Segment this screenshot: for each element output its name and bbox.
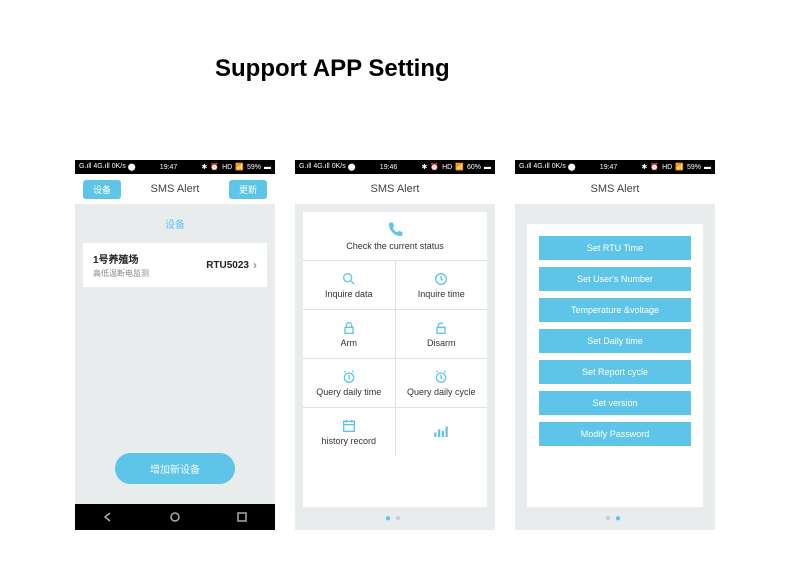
- notif-icon: ⬤: [348, 163, 356, 171]
- inquire-data-label: Inquire data: [325, 289, 373, 299]
- network-speed: 0K/s: [552, 163, 566, 171]
- arm-cell[interactable]: Arm: [303, 310, 396, 358]
- alarm-icon: ⏰: [650, 163, 659, 171]
- wifi-icon: 📶: [675, 163, 684, 171]
- device-card[interactable]: 1号养殖场 高低温断电监测 RTU5023 ›: [83, 243, 267, 287]
- signal-icon: G.ıll 4G.ıll: [79, 163, 110, 171]
- alarm-clock-icon: [341, 369, 357, 385]
- inquire-time-cell[interactable]: Inquire time: [396, 261, 488, 309]
- alarm-icon: ⏰: [430, 163, 439, 171]
- clock-icon: [433, 271, 449, 287]
- alarm-clock-icon: [433, 369, 449, 385]
- refresh-button[interactable]: 更新: [229, 180, 267, 199]
- signal-icon: G.ıll 4G.ıll: [299, 163, 330, 171]
- arm-label: Arm: [341, 338, 358, 348]
- status-time: 19:46: [380, 164, 398, 171]
- back-arrow-icon[interactable]: ‹: [87, 183, 91, 195]
- search-icon: [341, 271, 357, 287]
- query-daily-cycle-label: Query daily cycle: [407, 387, 476, 397]
- wifi-icon: 📶: [455, 163, 464, 171]
- page-indicator: ●●: [515, 507, 715, 530]
- lock-icon: [341, 320, 357, 336]
- modify-password-button[interactable]: Modify Password: [539, 422, 691, 446]
- app-title: SMS Alert: [371, 183, 420, 195]
- bluetooth-icon: ✱: [422, 163, 428, 171]
- inquire-data-cell[interactable]: Inquire data: [303, 261, 396, 309]
- android-navbar: [75, 504, 275, 530]
- battery-icon: ▬: [484, 164, 491, 171]
- device-name: 1号养殖场: [93, 251, 149, 266]
- notif-icon: ⬤: [568, 163, 576, 171]
- history-record-label: history record: [321, 436, 376, 446]
- bluetooth-icon: ✱: [202, 163, 208, 171]
- settings-panel: Set RTU Time Set User's Number Temperatu…: [527, 224, 703, 507]
- status-time: 19:47: [600, 164, 618, 171]
- unlock-icon: [433, 320, 449, 336]
- set-user-number-button[interactable]: Set User's Number: [539, 267, 691, 291]
- recents-icon[interactable]: [235, 510, 249, 524]
- set-daily-time-button[interactable]: Set Daily time: [539, 329, 691, 353]
- signal-icon: G.ıll 4G.ıll: [519, 163, 550, 171]
- hd-icon: HD: [222, 164, 232, 171]
- phone-screen-3: G.ıll 4G.ıll 0K/s ⬤ 19:47 ✱ ⏰ HD 📶 59% ▬…: [515, 160, 715, 530]
- home-icon[interactable]: [168, 510, 182, 524]
- disarm-cell[interactable]: Disarm: [396, 310, 488, 358]
- app-bar: ‹ SMS Alert: [295, 174, 495, 204]
- network-speed: 0K/s: [332, 163, 346, 171]
- battery-icon: ▬: [704, 164, 711, 171]
- app-bar: 设备 SMS Alert 更新: [75, 174, 275, 204]
- page-indicator: ●●: [295, 507, 495, 530]
- app-title: SMS Alert: [591, 183, 640, 195]
- query-daily-time-label: Query daily time: [316, 387, 381, 397]
- disarm-label: Disarm: [427, 338, 456, 348]
- app-bar: ‹ SMS Alert: [515, 174, 715, 204]
- history-record-cell[interactable]: history record: [303, 408, 396, 456]
- battery-text: 60%: [467, 164, 481, 171]
- phone-screen-2: G.ıll 4G.ıll 0K/s ⬤ 19:46 ✱ ⏰ HD 📶 60% ▬…: [295, 160, 495, 530]
- bluetooth-icon: ✱: [642, 163, 648, 171]
- devices-header: 设备: [75, 204, 275, 239]
- status-time: 19:47: [160, 164, 178, 171]
- set-rtu-time-button[interactable]: Set RTU Time: [539, 236, 691, 260]
- query-daily-cycle-cell[interactable]: Query daily cycle: [396, 359, 488, 407]
- check-status-cell[interactable]: Check the current status: [303, 212, 487, 260]
- alarm-icon: ⏰: [210, 163, 219, 171]
- battery-icon: ▬: [264, 164, 271, 171]
- device-subtitle: 高低温断电监测: [93, 268, 149, 279]
- action-grid: Check the current status Inquire data In…: [303, 212, 487, 507]
- phone-icon: [386, 221, 404, 239]
- temperature-voltage-button[interactable]: Temperature &voltage: [539, 298, 691, 322]
- hd-icon: HD: [442, 164, 452, 171]
- phone-screen-1: G.ıll 4G.ıll 0K/s ⬤ 19:47 ✱ ⏰ HD 📶 59% ▬…: [75, 160, 275, 530]
- check-status-label: Check the current status: [346, 241, 444, 251]
- device-model: RTU5023: [206, 260, 249, 271]
- chevron-right-icon: ›: [253, 258, 257, 272]
- bar-chart-icon: [432, 422, 450, 440]
- calendar-icon: [341, 418, 357, 434]
- hd-icon: HD: [662, 164, 672, 171]
- statusbar: G.ıll 4G.ıll 0K/s ⬤ 19:47 ✱ ⏰ HD 📶 59% ▬: [75, 160, 275, 174]
- app-title: SMS Alert: [151, 183, 200, 195]
- chart-cell[interactable]: [396, 408, 488, 456]
- battery-text: 59%: [687, 164, 701, 171]
- inquire-time-label: Inquire time: [418, 289, 465, 299]
- statusbar: G.ıll 4G.ıll 0K/s ⬤ 19:47 ✱ ⏰ HD 📶 59% ▬: [515, 160, 715, 174]
- back-icon[interactable]: [101, 510, 115, 524]
- set-version-button[interactable]: Set version: [539, 391, 691, 415]
- statusbar: G.ıll 4G.ıll 0K/s ⬤ 19:46 ✱ ⏰ HD 📶 60% ▬: [295, 160, 495, 174]
- notif-icon: ⬤: [128, 163, 136, 171]
- network-speed: 0K/s: [112, 163, 126, 171]
- query-daily-time-cell[interactable]: Query daily time: [303, 359, 396, 407]
- add-device-button[interactable]: 增加新设备: [115, 453, 235, 484]
- page-title: Support APP Setting: [215, 55, 450, 83]
- battery-text: 59%: [247, 164, 261, 171]
- wifi-icon: 📶: [235, 163, 244, 171]
- set-report-cycle-button[interactable]: Set Report cycle: [539, 360, 691, 384]
